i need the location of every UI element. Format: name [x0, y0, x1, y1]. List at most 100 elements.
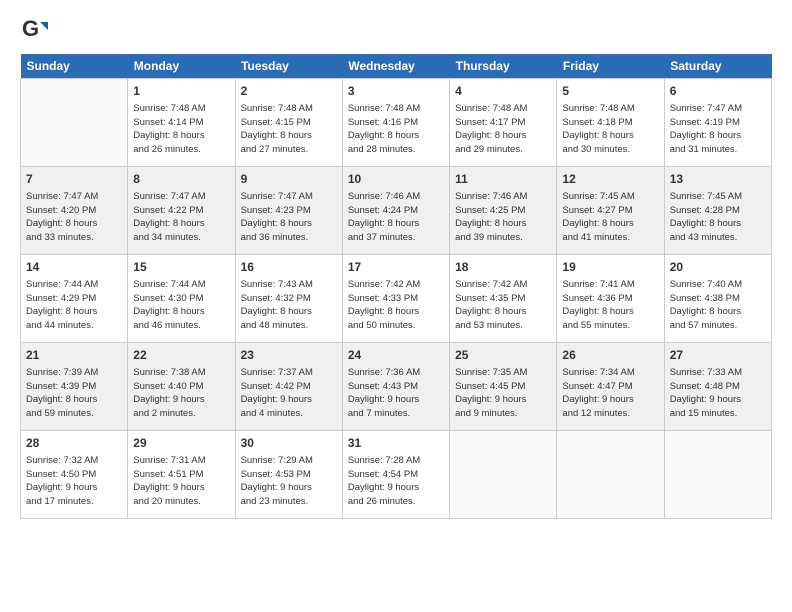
day-info: Sunrise: 7:45 AMSunset: 4:28 PMDaylight:…	[670, 190, 766, 245]
day-number: 7	[26, 171, 122, 188]
day-info: Sunrise: 7:46 AMSunset: 4:24 PMDaylight:…	[348, 190, 444, 245]
day-info: Sunrise: 7:42 AMSunset: 4:33 PMDaylight:…	[348, 278, 444, 333]
day-cell	[664, 431, 771, 519]
day-info: Sunrise: 7:47 AMSunset: 4:19 PMDaylight:…	[670, 102, 766, 157]
calendar-page: G SundayMondayTuesdayWednesdayThursdayFr…	[0, 0, 792, 612]
day-cell: 1 Sunrise: 7:48 AMSunset: 4:14 PMDaylight…	[128, 79, 235, 167]
day-info: Sunrise: 7:41 AMSunset: 4:36 PMDaylight:…	[562, 278, 658, 333]
day-info: Sunrise: 7:38 AMSunset: 4:40 PMDaylight:…	[133, 366, 229, 421]
day-cell: 5 Sunrise: 7:48 AMSunset: 4:18 PMDaylight…	[557, 79, 664, 167]
day-number: 1	[133, 83, 229, 100]
day-number: 16	[241, 259, 337, 276]
day-info: Sunrise: 7:48 AMSunset: 4:16 PMDaylight:…	[348, 102, 444, 157]
day-number: 14	[26, 259, 122, 276]
day-cell: 23 Sunrise: 7:37 AMSunset: 4:42 PMDayligh…	[235, 343, 342, 431]
day-number: 5	[562, 83, 658, 100]
day-cell: 10 Sunrise: 7:46 AMSunset: 4:24 PMDayligh…	[342, 167, 449, 255]
day-number: 12	[562, 171, 658, 188]
day-number: 2	[241, 83, 337, 100]
day-info: Sunrise: 7:35 AMSunset: 4:45 PMDaylight:…	[455, 366, 551, 421]
day-cell: 24 Sunrise: 7:36 AMSunset: 4:43 PMDayligh…	[342, 343, 449, 431]
day-number: 6	[670, 83, 766, 100]
day-number: 31	[348, 435, 444, 452]
day-number: 22	[133, 347, 229, 364]
calendar-table: SundayMondayTuesdayWednesdayThursdayFrid…	[20, 54, 772, 519]
day-info: Sunrise: 7:48 AMSunset: 4:15 PMDaylight:…	[241, 102, 337, 157]
day-cell	[21, 79, 128, 167]
day-info: Sunrise: 7:34 AMSunset: 4:47 PMDaylight:…	[562, 366, 658, 421]
day-cell: 30 Sunrise: 7:29 AMSunset: 4:53 PMDayligh…	[235, 431, 342, 519]
day-number: 8	[133, 171, 229, 188]
day-cell: 9 Sunrise: 7:47 AMSunset: 4:23 PMDaylight…	[235, 167, 342, 255]
day-cell: 27 Sunrise: 7:33 AMSunset: 4:48 PMDayligh…	[664, 343, 771, 431]
day-info: Sunrise: 7:32 AMSunset: 4:50 PMDaylight:…	[26, 454, 122, 509]
day-number: 29	[133, 435, 229, 452]
day-cell: 7 Sunrise: 7:47 AMSunset: 4:20 PMDaylight…	[21, 167, 128, 255]
day-cell: 15Sunrise: 7:44 AMSunset: 4:30 PMDayligh…	[128, 255, 235, 343]
day-number: 27	[670, 347, 766, 364]
day-cell: 22 Sunrise: 7:38 AMSunset: 4:40 PMDayligh…	[128, 343, 235, 431]
day-cell: 26Sunrise: 7:34 AMSunset: 4:47 PMDayligh…	[557, 343, 664, 431]
day-cell: 3Sunrise: 7:48 AMSunset: 4:16 PMDaylight…	[342, 79, 449, 167]
day-info: Sunrise: 7:37 AMSunset: 4:42 PMDaylight:…	[241, 366, 337, 421]
day-number: 24	[348, 347, 444, 364]
day-cell: 17 Sunrise: 7:42 AMSunset: 4:33 PMDayligh…	[342, 255, 449, 343]
day-cell: 28Sunrise: 7:32 AMSunset: 4:50 PMDayligh…	[21, 431, 128, 519]
day-info: Sunrise: 7:48 AMSunset: 4:18 PMDaylight:…	[562, 102, 658, 157]
day-info: Sunrise: 7:47 AMSunset: 4:23 PMDaylight:…	[241, 190, 337, 245]
day-cell: 4Sunrise: 7:48 AMSunset: 4:17 PMDaylight…	[450, 79, 557, 167]
day-info: Sunrise: 7:28 AMSunset: 4:54 PMDaylight:…	[348, 454, 444, 509]
day-info: Sunrise: 7:33 AMSunset: 4:48 PMDaylight:…	[670, 366, 766, 421]
week-row-2: 7 Sunrise: 7:47 AMSunset: 4:20 PMDaylight…	[21, 167, 772, 255]
day-number: 15	[133, 259, 229, 276]
day-cell: 25 Sunrise: 7:35 AMSunset: 4:45 PMDayligh…	[450, 343, 557, 431]
day-info: Sunrise: 7:42 AMSunset: 4:35 PMDaylight:…	[455, 278, 551, 333]
day-info: Sunrise: 7:44 AMSunset: 4:29 PMDaylight:…	[26, 278, 122, 333]
day-number: 13	[670, 171, 766, 188]
header: G	[20, 16, 772, 44]
day-number: 23	[241, 347, 337, 364]
day-info: Sunrise: 7:47 AMSunset: 4:20 PMDaylight:…	[26, 190, 122, 245]
day-cell: 11 Sunrise: 7:46 AMSunset: 4:25 PMDayligh…	[450, 167, 557, 255]
day-cell: 19Sunrise: 7:41 AMSunset: 4:36 PMDayligh…	[557, 255, 664, 343]
week-row-3: 14 Sunrise: 7:44 AMSunset: 4:29 PMDayligh…	[21, 255, 772, 343]
svg-text:G: G	[22, 16, 39, 41]
day-number: 18	[455, 259, 551, 276]
day-number: 21	[26, 347, 122, 364]
day-cell: 18 Sunrise: 7:42 AMSunset: 4:35 PMDayligh…	[450, 255, 557, 343]
day-cell	[557, 431, 664, 519]
day-number: 11	[455, 171, 551, 188]
header-cell-friday: Friday	[557, 54, 664, 79]
day-cell	[450, 431, 557, 519]
day-info: Sunrise: 7:47 AMSunset: 4:22 PMDaylight:…	[133, 190, 229, 245]
day-info: Sunrise: 7:29 AMSunset: 4:53 PMDaylight:…	[241, 454, 337, 509]
day-number: 9	[241, 171, 337, 188]
day-cell: 14 Sunrise: 7:44 AMSunset: 4:29 PMDayligh…	[21, 255, 128, 343]
day-cell: 20Sunrise: 7:40 AMSunset: 4:38 PMDayligh…	[664, 255, 771, 343]
header-cell-monday: Monday	[128, 54, 235, 79]
week-row-1: 1 Sunrise: 7:48 AMSunset: 4:14 PMDaylight…	[21, 79, 772, 167]
day-number: 25	[455, 347, 551, 364]
week-row-5: 28Sunrise: 7:32 AMSunset: 4:50 PMDayligh…	[21, 431, 772, 519]
day-cell: 2 Sunrise: 7:48 AMSunset: 4:15 PMDaylight…	[235, 79, 342, 167]
header-cell-wednesday: Wednesday	[342, 54, 449, 79]
logo-icon: G	[20, 16, 48, 44]
day-cell: 6 Sunrise: 7:47 AMSunset: 4:19 PMDaylight…	[664, 79, 771, 167]
day-info: Sunrise: 7:45 AMSunset: 4:27 PMDaylight:…	[562, 190, 658, 245]
day-number: 17	[348, 259, 444, 276]
day-info: Sunrise: 7:46 AMSunset: 4:25 PMDaylight:…	[455, 190, 551, 245]
header-cell-sunday: Sunday	[21, 54, 128, 79]
day-cell: 29Sunrise: 7:31 AMSunset: 4:51 PMDayligh…	[128, 431, 235, 519]
logo: G	[20, 16, 52, 44]
day-cell: 12 Sunrise: 7:45 AMSunset: 4:27 PMDayligh…	[557, 167, 664, 255]
day-number: 4	[455, 83, 551, 100]
day-info: Sunrise: 7:36 AMSunset: 4:43 PMDaylight:…	[348, 366, 444, 421]
day-info: Sunrise: 7:39 AMSunset: 4:39 PMDaylight:…	[26, 366, 122, 421]
day-number: 30	[241, 435, 337, 452]
day-cell: 8 Sunrise: 7:47 AMSunset: 4:22 PMDaylight…	[128, 167, 235, 255]
header-row: SundayMondayTuesdayWednesdayThursdayFrid…	[21, 54, 772, 79]
day-info: Sunrise: 7:48 AMSunset: 4:14 PMDaylight:…	[133, 102, 229, 157]
day-info: Sunrise: 7:43 AMSunset: 4:32 PMDaylight:…	[241, 278, 337, 333]
week-row-4: 21 Sunrise: 7:39 AMSunset: 4:39 PMDayligh…	[21, 343, 772, 431]
day-number: 10	[348, 171, 444, 188]
